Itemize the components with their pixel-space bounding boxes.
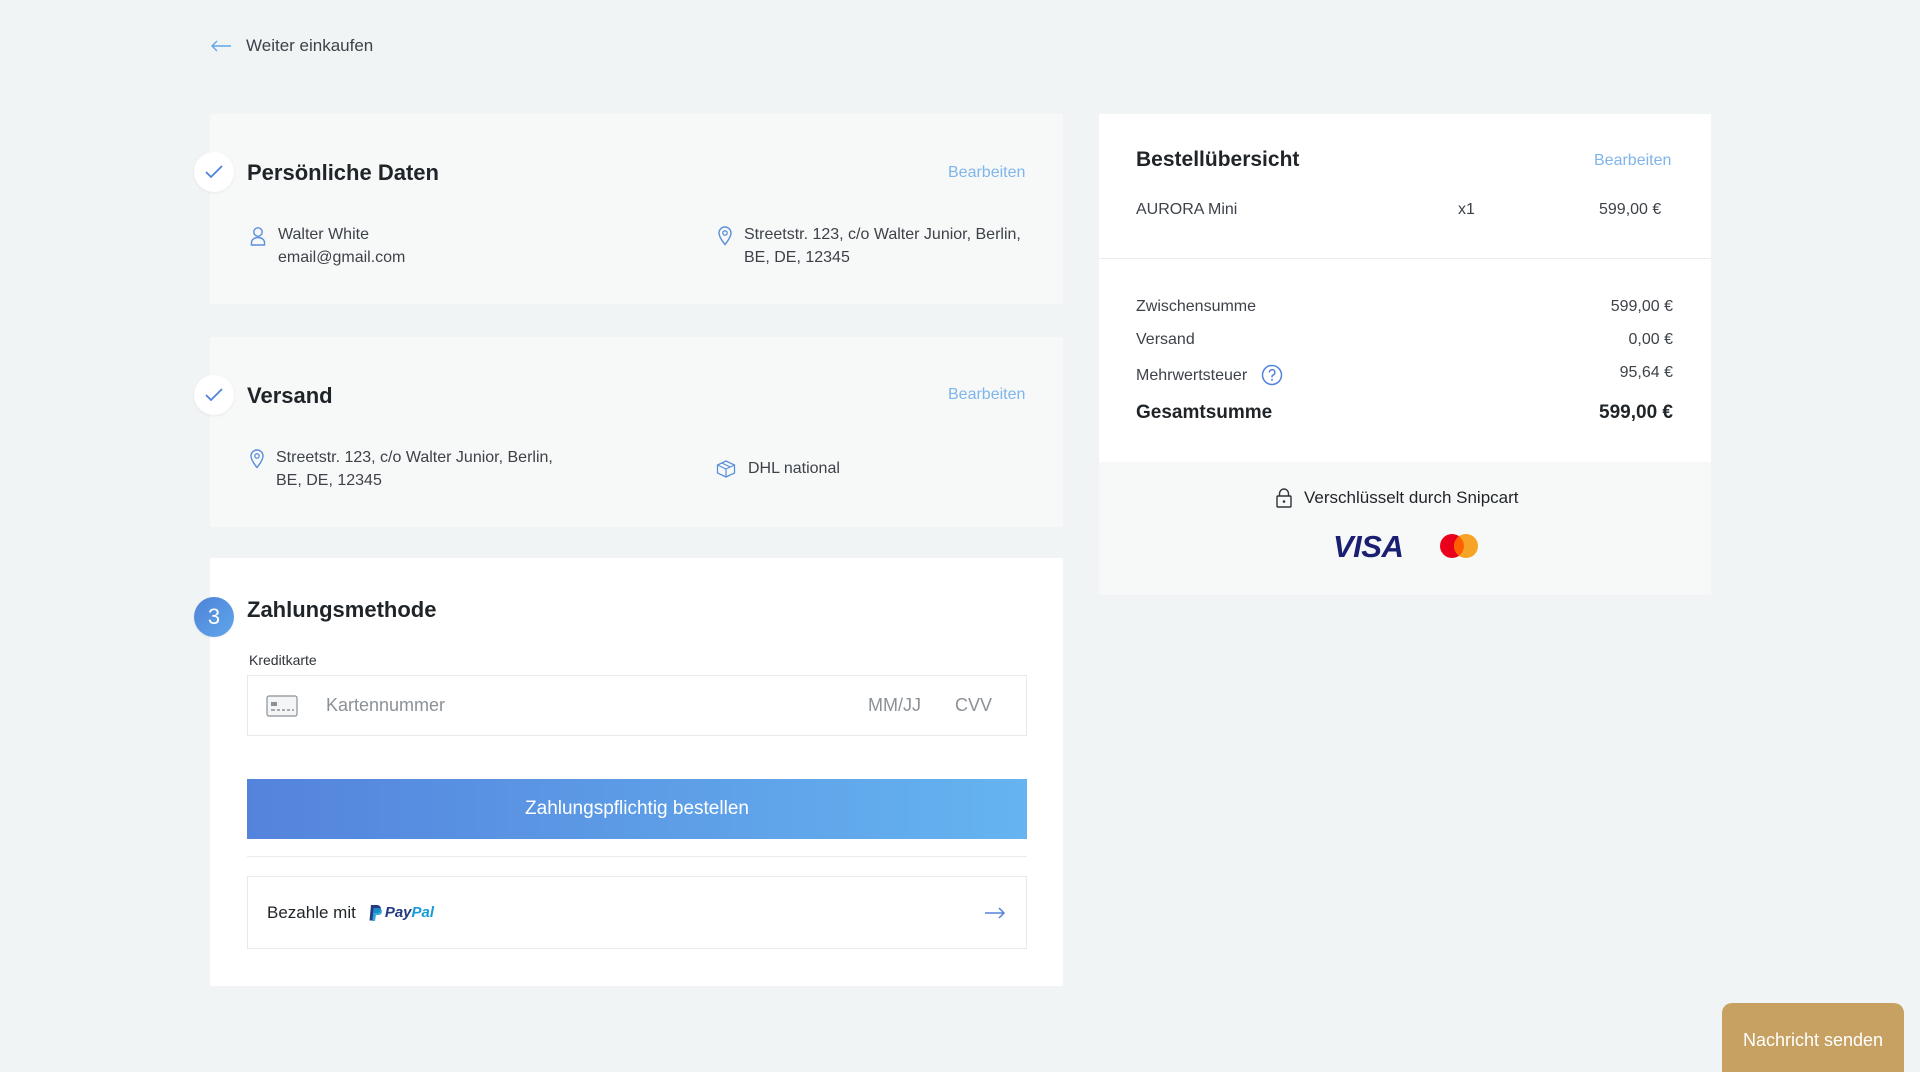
vat-value: 95,64 € bbox=[1619, 364, 1673, 381]
security-footer bbox=[1099, 462, 1711, 595]
place-order-button[interactable]: Zahlungspflichtig bestellen bbox=[247, 779, 1027, 839]
total-label: Gesamtsumme bbox=[1136, 402, 1273, 423]
send-message-button[interactable]: Nachricht senden bbox=[1722, 1003, 1904, 1072]
shipping-cost-value: 0,00 € bbox=[1628, 331, 1673, 348]
secure-note: Verschlüsselt durch Snipcart bbox=[1276, 488, 1519, 508]
personal-address: Streetstr. 123, c/o Walter Junior, Berli… bbox=[718, 223, 1021, 269]
item-price: 599,00 € bbox=[1599, 201, 1662, 218]
arrow-left-icon bbox=[211, 40, 231, 52]
back-to-shop-link[interactable]: Weiter einkaufen bbox=[210, 36, 373, 56]
credit-card-label: Kreditkarte bbox=[249, 652, 317, 668]
shipping-address: Streetstr. 123, c/o Walter Junior, Berli… bbox=[250, 446, 553, 492]
vat-label: Mehrwertsteuer bbox=[1136, 367, 1248, 384]
payment-divider bbox=[247, 856, 1027, 857]
credit-card-input[interactable]: Kartennummer MM/JJ CVV bbox=[247, 675, 1027, 736]
checkmark-icon bbox=[205, 165, 223, 179]
secure-label: Verschlüsselt durch Snipcart bbox=[1304, 488, 1519, 507]
step-complete-badge bbox=[194, 375, 234, 415]
customer-name: Walter White bbox=[278, 226, 369, 243]
location-pin-icon bbox=[718, 226, 732, 246]
paypal-p-icon bbox=[369, 904, 382, 921]
paypal-option[interactable]: Bezahle mit Pay Pal bbox=[247, 876, 1027, 949]
edit-personal-data-link[interactable]: Bearbeiten bbox=[948, 164, 1025, 182]
expiry-field[interactable]: MM/JJ bbox=[868, 695, 921, 716]
visa-logo: VISA bbox=[1333, 529, 1404, 565]
paypal-brand-pal: Pal bbox=[411, 904, 435, 921]
shipping-title: Versand bbox=[247, 383, 333, 408]
checkmark-icon bbox=[205, 388, 223, 402]
address-line-2: BE, DE, 12345 bbox=[744, 249, 850, 266]
edit-cart-link[interactable]: Bearbeiten bbox=[1594, 152, 1671, 170]
total-value: 599,00 € bbox=[1599, 402, 1673, 423]
credit-card-icon bbox=[266, 694, 298, 717]
step-complete-badge bbox=[194, 152, 234, 192]
step-number-badge: 3 bbox=[194, 597, 234, 637]
customer-email: email@gmail.com bbox=[278, 249, 406, 266]
paypal-brand-pay: Pay bbox=[384, 904, 412, 921]
arrow-right-icon bbox=[985, 906, 1006, 919]
shipping-method-label: DHL national bbox=[748, 460, 840, 477]
item-name: AURORA Mini bbox=[1136, 201, 1238, 218]
shipping-method: DHL national bbox=[716, 457, 840, 480]
personal-data-title: Persönliche Daten bbox=[247, 160, 439, 185]
address-line-2: BE, DE, 12345 bbox=[276, 472, 382, 489]
back-link-label: Weiter einkaufen bbox=[246, 36, 374, 55]
user-icon bbox=[250, 227, 266, 246]
item-quantity: x1 bbox=[1458, 201, 1475, 218]
shipping-section bbox=[210, 337, 1063, 527]
location-pin-icon bbox=[250, 449, 264, 469]
package-icon bbox=[716, 460, 736, 478]
lock-icon bbox=[1276, 488, 1292, 508]
order-summary-title: Bestellübersicht bbox=[1136, 148, 1300, 171]
shipping-cost-label: Versand bbox=[1136, 331, 1195, 348]
address-line-1: Streetstr. 123, c/o Walter Junior, Berli… bbox=[744, 226, 1021, 243]
cvv-field[interactable]: CVV bbox=[955, 695, 992, 716]
payment-title: Zahlungsmethode bbox=[247, 597, 437, 622]
help-icon[interactable] bbox=[1261, 364, 1283, 386]
address-line-1: Streetstr. 123, c/o Walter Junior, Berli… bbox=[276, 449, 553, 466]
paypal-prefix: Bezahle mit bbox=[267, 902, 356, 922]
visa-wordmark: VISA bbox=[1333, 529, 1404, 564]
subtotal-value: 599,00 € bbox=[1610, 298, 1673, 315]
personal-data-section bbox=[210, 114, 1063, 304]
paypal-logo: Pay Pal bbox=[368, 904, 434, 922]
subtotal-label: Zwischensumme bbox=[1136, 298, 1257, 315]
card-number-field[interactable]: Kartennummer bbox=[326, 695, 868, 716]
edit-shipping-link[interactable]: Bearbeiten bbox=[948, 386, 1025, 404]
personal-contact: Walter White email@gmail.com bbox=[250, 223, 405, 269]
mastercard-icon bbox=[1440, 534, 1478, 558]
summary-divider bbox=[1099, 258, 1711, 259]
